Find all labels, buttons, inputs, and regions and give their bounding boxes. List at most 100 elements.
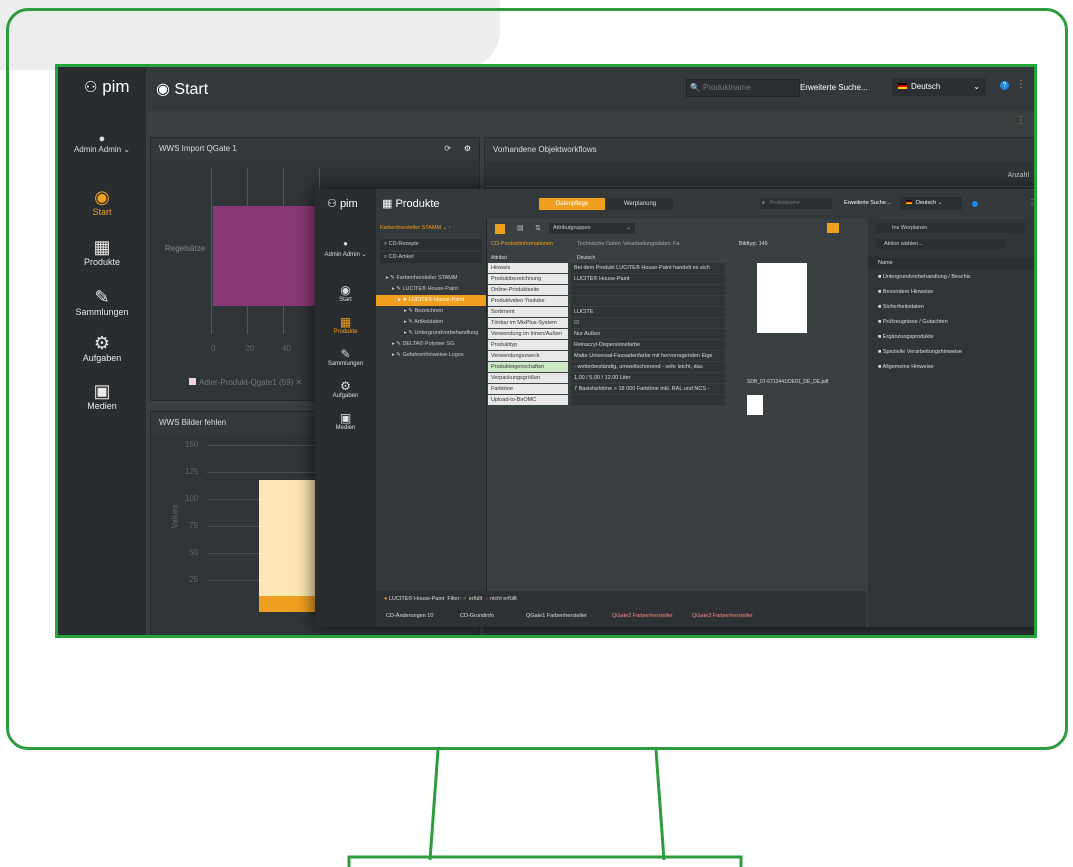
workflow-item[interactable]: ■ Prüfzeugnisse / Gutachten <box>868 316 1034 328</box>
nav-medien[interactable]: ▣ Medien <box>58 381 146 411</box>
grid-icon: ▦ <box>93 237 111 257</box>
tab-more[interactable]: Fa <box>673 241 679 247</box>
view-list-icon[interactable] <box>495 224 505 234</box>
nav-produkte[interactable]: ▦ Produkte <box>58 237 146 267</box>
tab-werplanung[interactable]: Werplanung <box>607 198 673 210</box>
tab-datenpflege[interactable]: Datenpflege <box>539 198 605 210</box>
workflow-item[interactable]: ■ Sicherheitsdaten <box>868 301 1034 313</box>
nav-sammlungen[interactable]: ✎ Sammlungen <box>58 287 146 317</box>
x-tick: 40 <box>282 344 291 353</box>
workflow-item-label: Sicherheitsdaten <box>882 304 924 310</box>
tree-item-selected[interactable]: ▸ ★ LUCITE® House-Paint <box>376 295 486 306</box>
tree-item[interactable]: ▸ ✎ Bezeichnen <box>376 306 486 317</box>
qgate-chip[interactable]: QGate2 Farbenhersteller <box>612 611 673 621</box>
more-icon[interactable]: ⋮ <box>1016 79 1026 90</box>
qgate-chip[interactable]: QGate1 Farbenhersteller <box>526 611 587 621</box>
panel-title: WWS Import QGate 1 ⟳ ⚙ <box>151 138 479 160</box>
workflow-item[interactable]: ■ Spezielle Verarbeitungshinweise <box>868 346 1034 358</box>
nav-produkte[interactable]: ▦ Produkte <box>315 315 376 335</box>
search-input[interactable]: ⌕ Produktname <box>760 198 832 209</box>
workflow-item[interactable]: ■ Allgemeine Hinweise <box>868 361 1034 373</box>
tab-cd-produktinfo[interactable]: CD-Produktinformationen <box>491 241 553 247</box>
document-preview[interactable] <box>757 263 807 333</box>
y-axis-label: Values <box>170 504 180 529</box>
workflow-item-label: Prüfzeugnisse / Gutachten <box>882 319 948 325</box>
language-select[interactable]: Deutsch ⌄ <box>900 197 962 210</box>
x-tick: 0 <box>211 344 216 353</box>
workflow-item[interactable]: ■ Ergänzungsprodukte <box>868 331 1034 343</box>
attribute-value[interactable] <box>571 296 725 306</box>
workflow-item-label: Besondere Hinweise <box>882 289 934 295</box>
thumbnail[interactable] <box>747 395 763 415</box>
qgate-chip[interactable]: CD-Änderungen 10 <box>386 611 433 621</box>
attribute-label: Verwendungszweck <box>488 351 568 361</box>
more-icon[interactable]: ⋮ <box>1016 115 1026 126</box>
attribute-value[interactable]: Matte Universal-Fassadenfarbe mit hervor… <box>571 351 725 361</box>
workflow-select[interactable]: Ins Werplanen <box>876 223 1026 233</box>
tab-verarbeitungsdaten[interactable]: Verarbeitungsdaten <box>623 241 671 247</box>
nav-aufgaben[interactable]: ⚙ Aufgaben <box>315 379 376 399</box>
attribute-value[interactable]: LUCITE <box>571 307 725 317</box>
view-table-icon[interactable]: ▤ <box>517 224 524 232</box>
qgate-chip[interactable]: CD-Grundinfo <box>460 611 494 621</box>
workflow-item[interactable]: ■ Besondere Hinweise <box>868 286 1034 298</box>
user-menu[interactable]: ● Admin Admin ⌄ <box>58 133 146 154</box>
gauge-icon: ⚇ <box>84 79 98 96</box>
tree-search-artikel[interactable]: ⌕ CD-Artikel <box>380 252 482 263</box>
attribute-value[interactable]: Bei dem Produkt LUCITE® House-Paint hand… <box>571 263 725 273</box>
sort-icon[interactable]: ⇅ <box>535 224 541 232</box>
attribute-label: Farbtöne <box>488 384 568 394</box>
attribute-value[interactable] <box>571 395 725 405</box>
nav-medien[interactable]: ▣ Medien <box>315 411 376 431</box>
user-menu[interactable]: ● Admin Admin ⌄ <box>315 237 376 258</box>
extended-search-link[interactable]: Erweiterte Suche... <box>800 83 868 92</box>
attribute-value[interactable]: 1,00 / 5,00 / 12,00 Liter <box>571 373 725 383</box>
search-icon: ⌕ <box>762 200 765 206</box>
tree-item[interactable]: ▸ ✎ DELTA® Polymer SG <box>376 339 486 350</box>
language-select[interactable]: Deutsch ⌄ <box>892 78 986 96</box>
attribute-panel: ▤ ⇅ Attributgruppen ⌄ CD-Produktinformati… <box>487 219 865 591</box>
nav-start[interactable]: ◉ Start <box>58 187 146 217</box>
nav-aufgaben[interactable]: ⚙ Aufgaben <box>58 333 146 363</box>
tree-item[interactable]: ▸ ✎ LUCITE® House-Paint <box>376 284 486 295</box>
qgate-chip[interactable]: QGate3 Farbenhersteller <box>692 611 753 621</box>
attribute-value[interactable]: Reinacryl-Dispersionsfarbe <box>571 340 725 350</box>
chevron-down-icon: ⌄ <box>626 225 631 231</box>
refresh-icon[interactable]: ⟳ <box>444 138 451 160</box>
tree-search-rezepte[interactable]: ⌕ CD-Rezepte <box>380 239 482 250</box>
paperclip-icon: ✎ <box>340 347 351 361</box>
help-icon[interactable]: ? <box>1000 81 1009 90</box>
workflow-item[interactable]: ■ Untergrundvorbehandlung / Beschic <box>868 271 1034 283</box>
tree-item[interactable]: ▸ ✎ Artikeldaten <box>376 317 486 328</box>
attribute-value[interactable]: LUCITE® House-Paint <box>571 274 725 284</box>
attribute-value[interactable]: - wetterbeständig, umweltschonend - sehr… <box>571 362 725 372</box>
header: ◉ Start Produktname Erweiterte Suche... … <box>146 67 1034 111</box>
more-icon[interactable]: ⋮ <box>1028 198 1034 207</box>
chevron-down-icon: ⌄ <box>973 82 980 91</box>
search-input[interactable]: Produktname <box>686 79 800 97</box>
tab-technische-daten[interactable]: Technische Daten <box>577 241 621 247</box>
dashboard-icon: ◉ <box>94 187 110 207</box>
column-header: Anzahl <box>1007 172 1029 179</box>
front-window: ⚇ pim ● Admin Admin ⌄ ◉ Start ▦ Produkte ✎ S… <box>315 189 1034 627</box>
nav-start[interactable]: ◉ Start <box>315 283 376 303</box>
attribute-row: Verwendung im Innen/Außen Nur Außen <box>487 329 727 340</box>
x-tick: 20 <box>245 344 254 353</box>
action-select[interactable]: Aktion wählen... <box>876 239 1006 249</box>
legend[interactable]: Adler-Produkt-Qgate1 (59) ✕ <box>189 378 302 387</box>
attribute-value[interactable]: ☑ <box>571 318 725 328</box>
tree-header[interactable]: Farbenhersteller STAMM ⌄ ‹ <box>376 219 486 237</box>
eye-icon[interactable] <box>827 223 839 233</box>
help-icon[interactable] <box>972 201 978 207</box>
tree-item[interactable]: ▸ ✎ Gefahrenhinweise-Logos <box>376 350 486 361</box>
extended-search-link[interactable]: Erweiterte Suche... <box>844 200 890 206</box>
gear-icon[interactable]: ⚙ <box>464 138 471 160</box>
tree-item[interactable]: ▸ ✎ Farbenhersteller STAMM <box>376 273 486 284</box>
attribute-group-select[interactable]: Attributgruppen ⌄ <box>549 223 635 234</box>
attribute-value[interactable] <box>571 285 725 295</box>
nav-sammlungen[interactable]: ✎ Sammlungen <box>315 347 376 367</box>
attribute-value[interactable]: Nur Außen <box>571 329 725 339</box>
y-axis-label: Regelsätze <box>165 244 206 253</box>
tree-item[interactable]: ▸ ✎ Untergrundvorbehandlung <box>376 328 486 339</box>
attribute-value[interactable]: 7 Basisfarbtöne > 18 000 Farbtöne inkl. … <box>571 384 725 394</box>
